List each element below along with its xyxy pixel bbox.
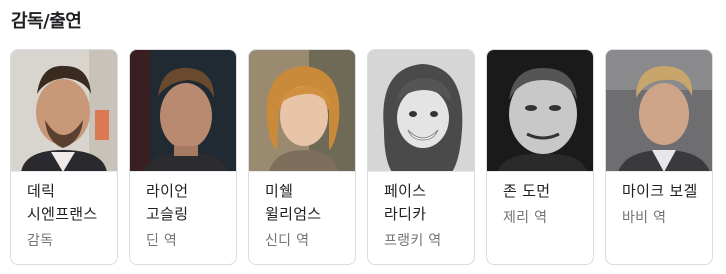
person-role: 딘 역	[146, 233, 178, 249]
person-card[interactable]: 존 도먼 제리 역	[486, 49, 594, 265]
person-name: 데릭 시엔프랜스	[27, 182, 98, 223]
person-photo-image	[368, 50, 474, 171]
person-role: 제리 역	[503, 210, 548, 226]
person-photo-image	[249, 50, 355, 171]
person-name: 마이크 보겔	[622, 182, 698, 200]
section-title: 감독/출연	[11, 11, 82, 32]
person-photo-image	[130, 50, 236, 171]
person-photo-image	[487, 50, 593, 171]
person-card[interactable]: 페이스 라디카 프랭키 역	[367, 49, 475, 265]
person-photo-image	[11, 50, 117, 171]
person-photo	[130, 50, 236, 172]
person-card[interactable]: 라이언 고슬링 딘 역	[129, 49, 237, 265]
person-role: 신디 역	[265, 233, 310, 249]
person-role: 감독	[27, 233, 54, 249]
person-photo	[606, 50, 712, 172]
person-photo	[249, 50, 355, 172]
cast-crew-section: 감독/출연 데릭 시엔프랜스 감독 라이언 고슬링 딘 역 미쉘 윌리엄스 신디…	[0, 0, 726, 274]
person-name: 존 도먼	[503, 182, 551, 200]
person-photo	[487, 50, 593, 172]
person-card[interactable]: 데릭 시엔프랜스 감독	[10, 49, 118, 265]
person-role: 바비 역	[622, 210, 667, 226]
person-card[interactable]: 마이크 보겔 바비 역	[605, 49, 713, 265]
person-role: 프랭키 역	[384, 233, 442, 249]
person-name: 미쉘 윌리엄스	[265, 182, 322, 223]
cast-carousel: 데릭 시엔프랜스 감독 라이언 고슬링 딘 역 미쉘 윌리엄스 신디 역 페이스…	[10, 49, 713, 265]
person-name: 라이언 고슬링	[146, 182, 189, 223]
person-photo-image	[606, 50, 712, 171]
person-name: 페이스 라디카	[384, 182, 427, 223]
person-photo	[368, 50, 474, 172]
person-photo	[11, 50, 117, 172]
person-card[interactable]: 미쉘 윌리엄스 신디 역	[248, 49, 356, 265]
